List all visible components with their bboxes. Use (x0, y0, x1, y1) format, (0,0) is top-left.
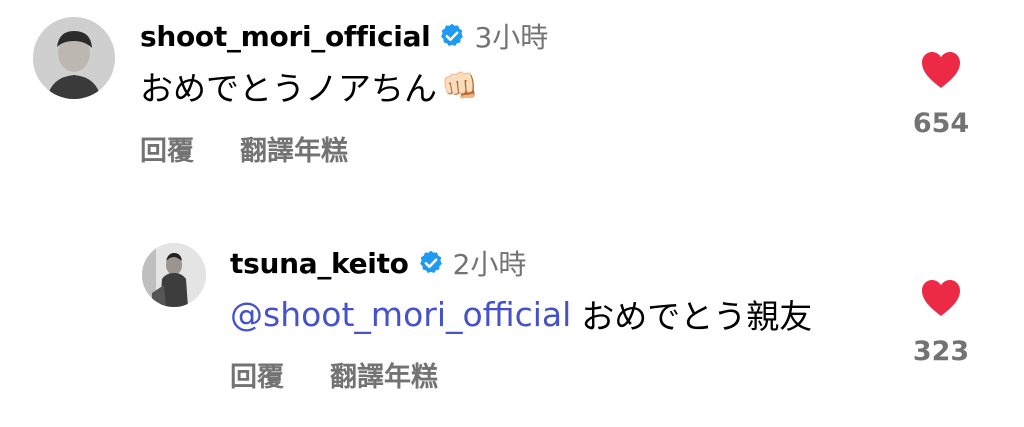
heart-icon[interactable] (920, 50, 962, 90)
avatar-photo (142, 243, 206, 307)
timestamp: 2小時 (452, 248, 527, 281)
comment-text: @shoot_mori_official おめでとう親友 (230, 290, 812, 338)
avatar[interactable] (142, 243, 206, 307)
comment-body: おめでとう親友 (581, 297, 813, 336)
reply-comment: tsuna_keito 2小時 @shoot_mori_official おめで… (0, 232, 1024, 427)
verified-badge-icon (417, 249, 445, 277)
comment-text: おめでとうノアちん 👊🏻 (140, 62, 478, 110)
comment-actions: 回覆 翻譯年糕 (140, 128, 348, 168)
timestamp: 3小時 (474, 21, 549, 54)
like-count: 323 (912, 336, 970, 367)
like-area: 323 (898, 278, 984, 367)
comment-body: おめでとうノアちん (140, 69, 437, 108)
like-count: 654 (912, 108, 970, 139)
comment-header: tsuna_keito 2小時 (230, 241, 526, 285)
comment: shoot_mori_official 3小時 おめでとうノアちん 👊🏻 回覆 … (0, 0, 1024, 190)
username[interactable]: shoot_mori_official (140, 20, 431, 53)
fist-emoji: 👊🏻 (441, 68, 479, 104)
translate-button[interactable]: 翻譯年糕 (330, 355, 438, 394)
username[interactable]: tsuna_keito (230, 247, 409, 280)
heart-icon[interactable] (920, 278, 962, 318)
comment-actions: 回覆 翻譯年糕 (230, 354, 438, 394)
verified-badge-icon (438, 22, 466, 50)
mention-link[interactable]: @shoot_mori_official (230, 295, 571, 334)
reply-button[interactable]: 回覆 (230, 355, 284, 394)
translate-button[interactable]: 翻譯年糕 (240, 129, 348, 168)
avatar[interactable] (33, 17, 115, 99)
avatar-photo (33, 17, 115, 99)
reply-button[interactable]: 回覆 (140, 129, 194, 168)
comment-header: shoot_mori_official 3小時 (140, 14, 548, 58)
like-area: 654 (898, 50, 984, 139)
